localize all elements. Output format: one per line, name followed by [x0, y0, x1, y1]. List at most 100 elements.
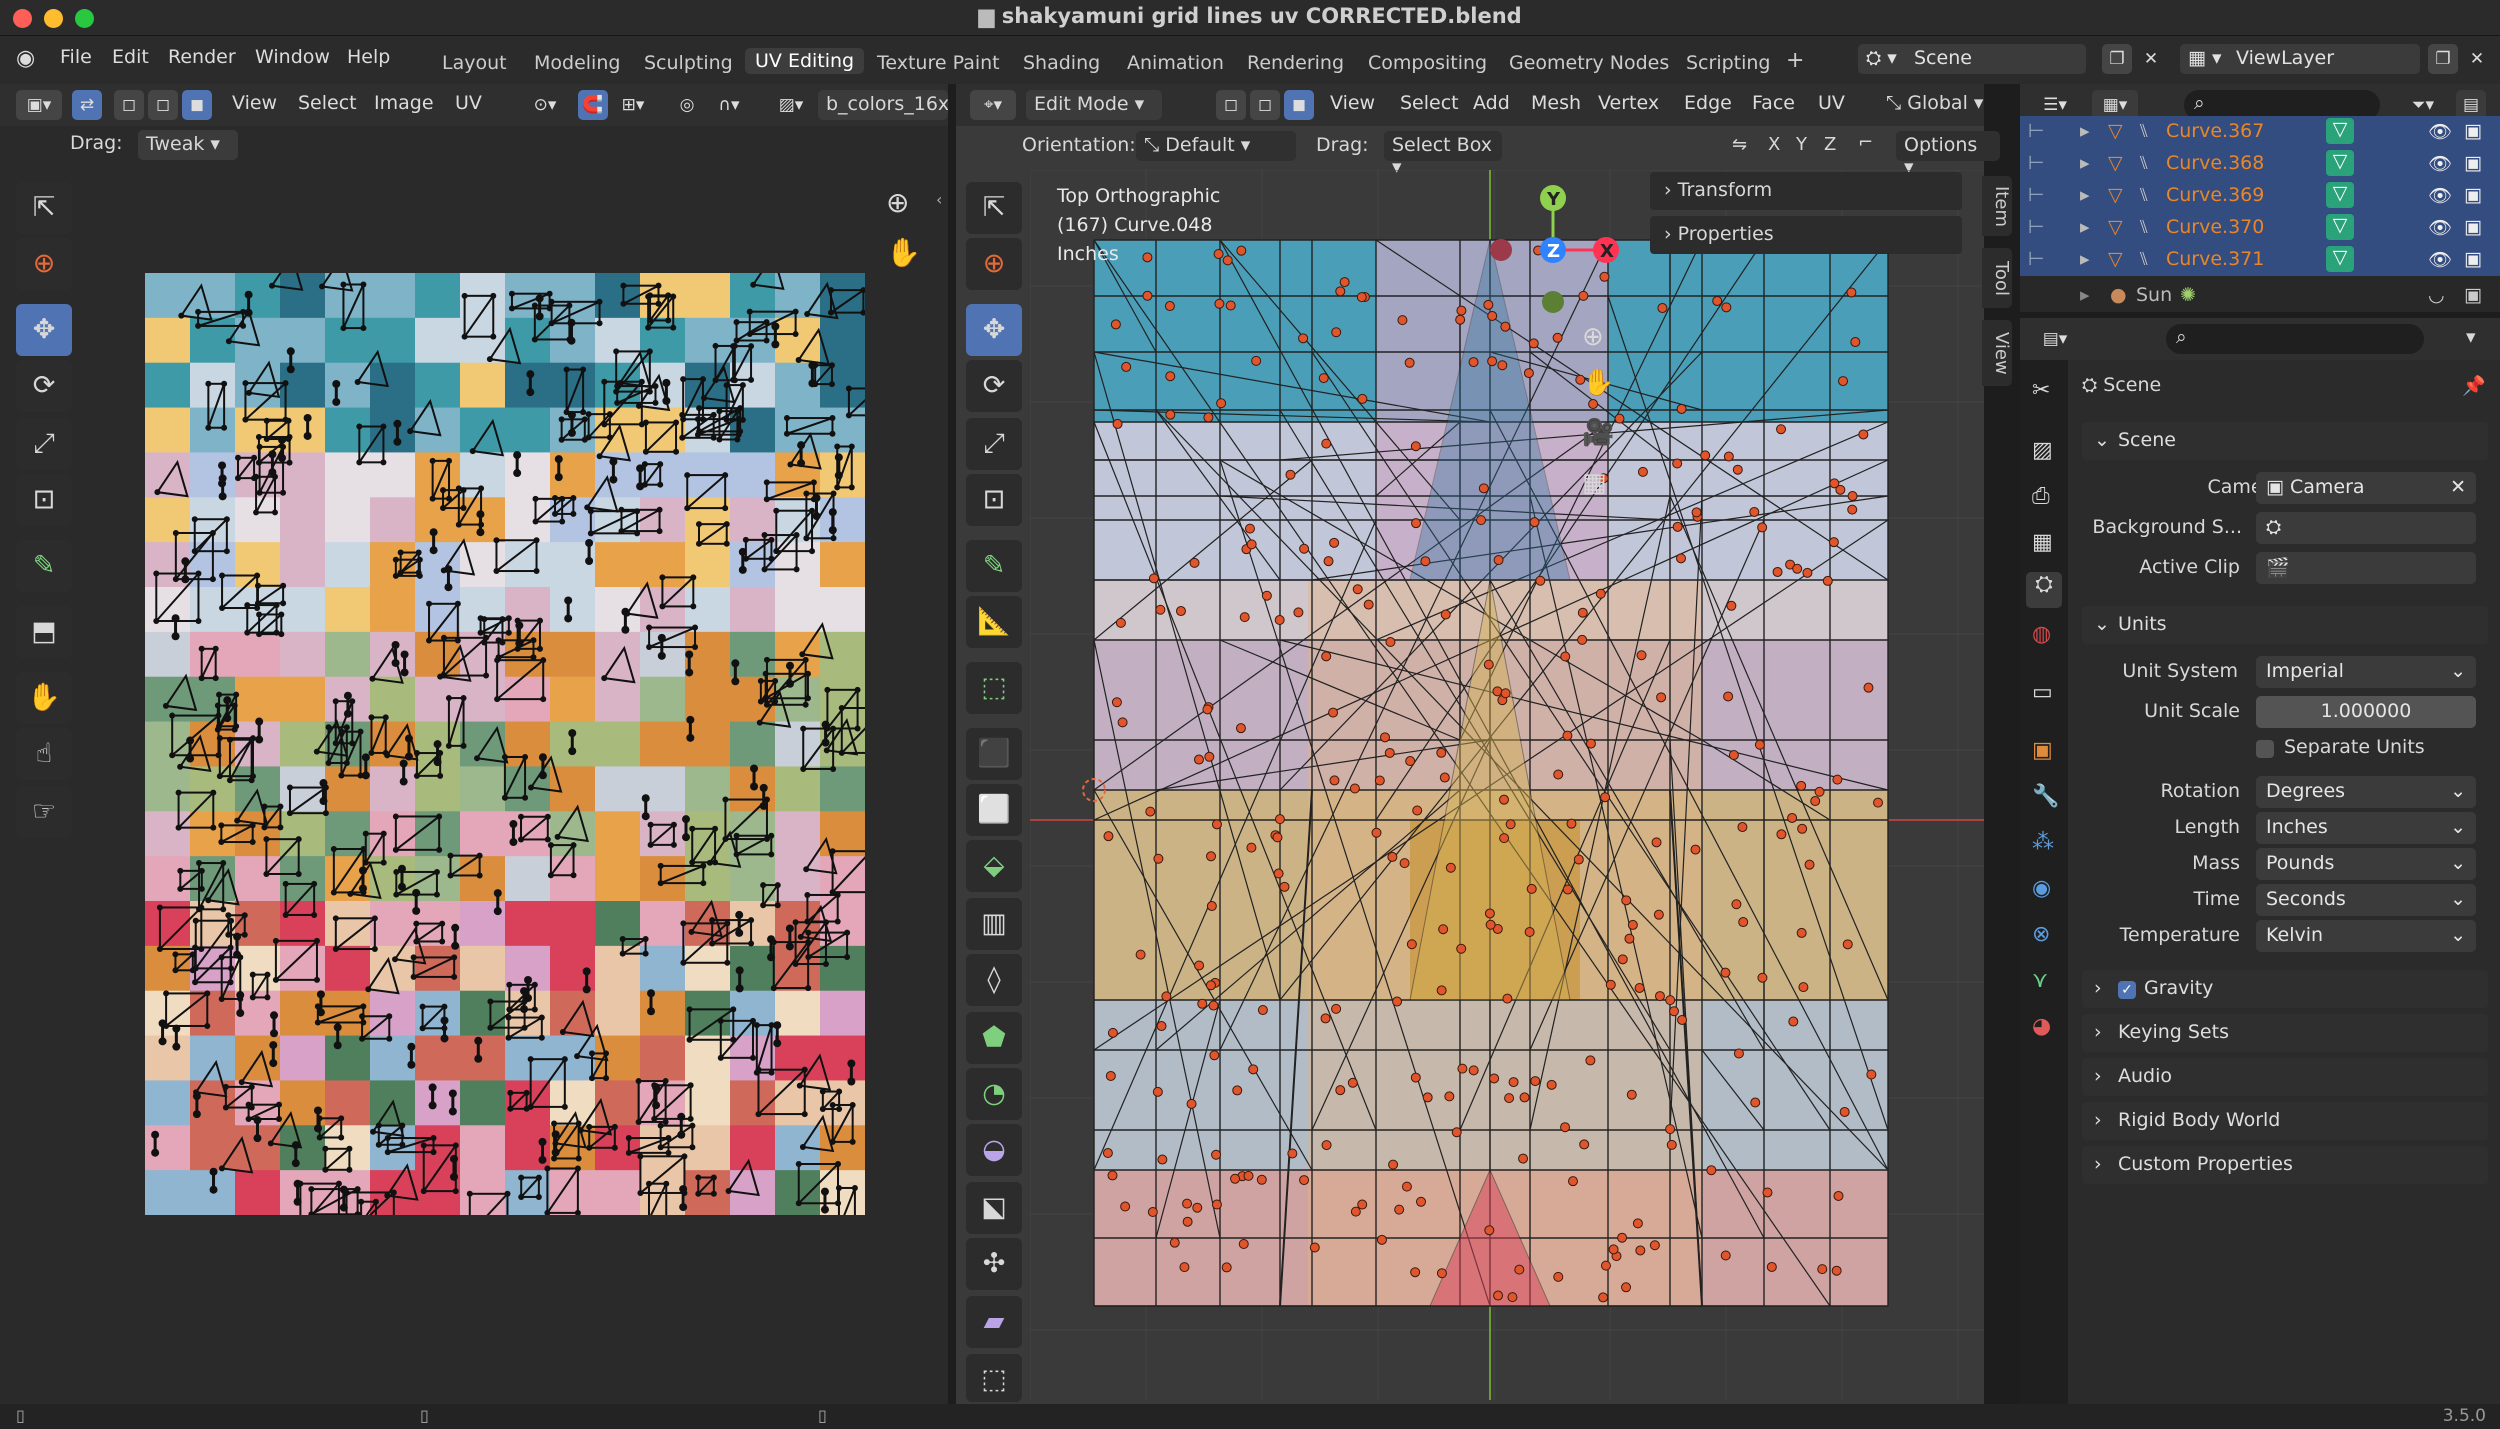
vp-move-tool-icon[interactable]: ✥	[966, 304, 1022, 356]
menu-render[interactable]: Render	[168, 46, 236, 68]
gizmo-neg-x[interactable]	[1490, 239, 1512, 261]
outliner-row-curve[interactable]: ⊢ ▸ ▽ ⑊ Curve.371 ▽ 👁 ▣	[2020, 244, 2500, 276]
panel-keying-sets[interactable]: › Keying Sets	[2082, 1014, 2488, 1052]
unit-system-dropdown[interactable]: Imperial ⌄	[2256, 656, 2476, 688]
vertex-select-icon[interactable]: ◻	[1216, 90, 1246, 120]
uv-zoom-icon[interactable]: ⊕	[886, 186, 909, 219]
particles-tab-icon[interactable]: ⁂	[2032, 830, 2054, 855]
temperature-dropdown[interactable]: Kelvin ⌄	[2256, 920, 2476, 952]
vp-menu-view[interactable]: View	[1330, 92, 1375, 114]
panel-rigid-body-world[interactable]: › Rigid Body World	[2082, 1102, 2488, 1140]
vp-camera-icon[interactable]: 🎥	[1582, 418, 1614, 448]
vp-scale-tool-icon[interactable]: ⤢	[966, 418, 1022, 470]
tab-shading[interactable]: Shading	[1023, 52, 1100, 74]
outliner-row-curve[interactable]: ⊢ ▸ ▽ ⑊ Curve.367 ▽ 👁 ▣	[2020, 116, 2500, 148]
object-tab-icon[interactable]: ▣	[2032, 738, 2053, 763]
viewlayer-field[interactable]: ViewLayer	[2228, 44, 2420, 74]
vp-select-tool-icon[interactable]: ⇱	[966, 182, 1022, 234]
vp-loopcut-tool-icon[interactable]: ▥	[966, 898, 1022, 950]
render-visibility-icon[interactable]: ▣	[2464, 248, 2482, 270]
data-tab-icon[interactable]: ⋎	[2032, 968, 2048, 993]
tab-layout[interactable]: Layout	[442, 52, 507, 74]
add-workspace-icon[interactable]: +	[1786, 48, 1804, 73]
new-viewlayer-icon[interactable]: ❐	[2428, 44, 2458, 74]
pin-icon[interactable]: 📌	[2462, 374, 2486, 397]
grab-tool-icon[interactable]: ✋	[16, 672, 72, 724]
panel-gravity[interactable]: › ✓ Gravity	[2082, 970, 2488, 1008]
tab-texture-paint[interactable]: Texture Paint	[877, 52, 1000, 74]
visibility-icon[interactable]: ◡	[2428, 284, 2445, 306]
tab-rendering[interactable]: Rendering	[1247, 52, 1344, 74]
unit-scale-field[interactable]: 1.000000	[2256, 696, 2476, 728]
vp-menu-edge[interactable]: Edge	[1684, 92, 1732, 114]
expand-icon[interactable]: ▸	[2080, 248, 2090, 270]
vp-shrink-tool-icon[interactable]: ✣	[966, 1238, 1022, 1290]
annotate-tool-icon[interactable]: ✎	[16, 540, 72, 592]
visibility-icon[interactable]: 👁	[2428, 152, 2452, 175]
output-tab-icon[interactable]: ⎙	[2032, 484, 2050, 509]
pinch-tool-icon[interactable]: ☞	[16, 786, 72, 838]
npanel-properties[interactable]: › Properties	[1650, 216, 1962, 254]
uv-edge-mode-icon[interactable]: ◻	[148, 90, 178, 120]
length-dropdown[interactable]: Inches ⌄	[2256, 812, 2476, 844]
panel-units[interactable]: ⌄ Units	[2082, 606, 2488, 644]
snap-icon[interactable]: 🧲	[578, 90, 608, 120]
tab-uv-editing[interactable]: UV Editing	[745, 48, 865, 74]
orientation-dropdown[interactable]: ⤡ Default ▾	[1136, 131, 1296, 161]
camera-field[interactable]: ▣ Camera ✕	[2256, 472, 2476, 504]
panel-custom-properties[interactable]: › Custom Properties	[2082, 1146, 2488, 1184]
vp-ortho-grid-icon[interactable]: ▦	[1582, 468, 1607, 498]
scene-tab-icon[interactable]: ⛭	[2026, 572, 2062, 608]
physics-tab-icon[interactable]: ◉	[2032, 876, 2051, 901]
expand-icon[interactable]: ▸	[2080, 152, 2090, 174]
uv-pan-icon[interactable]: ✋	[886, 236, 921, 269]
tab-geometry-nodes[interactable]: Geometry Nodes	[1509, 52, 1669, 74]
gizmo-neg-y[interactable]	[1542, 291, 1564, 313]
vp-cursor-tool-icon[interactable]: ⊕	[966, 238, 1022, 290]
vp-menu-vertex[interactable]: Vertex	[1598, 92, 1659, 114]
axis-y-toggle[interactable]: Y	[1796, 134, 1807, 155]
axis-z-toggle[interactable]: Z	[1824, 134, 1836, 155]
vp-zoom-icon[interactable]: ⊕	[1582, 322, 1604, 352]
tab-sculpting[interactable]: Sculpting	[644, 52, 733, 74]
navigation-gizmo[interactable]: Y X Z	[1470, 180, 1630, 320]
render-visibility-icon[interactable]: ▣	[2464, 152, 2482, 174]
menu-file[interactable]: File	[60, 46, 92, 68]
vp-annotate-tool-icon[interactable]: ✎	[966, 540, 1022, 592]
background-scene-field[interactable]: ⛭	[2256, 512, 2476, 544]
vp-menu-mesh[interactable]: Mesh	[1531, 92, 1581, 114]
new-scene-icon[interactable]: ❐	[2102, 44, 2132, 74]
panel-audio[interactable]: › Audio	[2082, 1058, 2488, 1096]
vp-drag-dropdown[interactable]: Select Box ▾	[1384, 131, 1502, 178]
uv-vertex-mode-icon[interactable]: ◻	[114, 90, 144, 120]
separate-units-checkbox[interactable]	[2256, 740, 2274, 758]
sidebar-tab-tool[interactable]: Tool	[1982, 248, 2012, 308]
vp-rip-tool-icon[interactable]: ⬚	[966, 1354, 1022, 1402]
proportional-edit-icon[interactable]: ◎	[672, 90, 702, 120]
scale-tool-icon[interactable]: ⤢	[16, 418, 72, 470]
tab-animation[interactable]: Animation	[1127, 52, 1224, 74]
properties-search-input[interactable]: ⌕	[2166, 324, 2424, 354]
outliner-row-sun[interactable]: ▸ ● Sun ✺ ◡ ▣	[2020, 280, 2500, 312]
render-visibility-icon[interactable]: ▣	[2464, 216, 2482, 238]
mirror-icon[interactable]: ⇋	[1732, 134, 1747, 155]
vp-menu-uv[interactable]: UV	[1818, 92, 1845, 114]
vp-pan-icon[interactable]: ✋	[1582, 368, 1614, 398]
modifier-tab-icon[interactable]: 🔧	[2032, 784, 2059, 809]
vp-rotate-tool-icon[interactable]: ⟳	[966, 360, 1022, 412]
constraints-tab-icon[interactable]: ⊗	[2032, 922, 2050, 947]
menu-edit[interactable]: Edit	[112, 46, 149, 68]
mode-dropdown[interactable]: Edit Mode ▾	[1026, 90, 1162, 120]
gravity-checkbox[interactable]: ✓	[2118, 981, 2136, 999]
uv-menu-image[interactable]: Image	[374, 92, 434, 114]
uv-menu-select[interactable]: Select	[298, 92, 357, 114]
render-visibility-icon[interactable]: ▣	[2464, 184, 2482, 206]
blender-logo-icon[interactable]: ◉	[16, 46, 35, 71]
image-name-field[interactable]: b_colors_16x2	[818, 90, 948, 120]
tab-scripting[interactable]: Scripting	[1686, 52, 1771, 74]
visibility-icon[interactable]: 👁	[2428, 184, 2452, 207]
pivot-point-icon[interactable]: ⊙▾	[522, 90, 568, 120]
face-select-icon[interactable]: ◼	[1284, 90, 1314, 120]
image-browse-icon[interactable]: ▨▾	[768, 90, 814, 120]
move-tool-icon[interactable]: ✥	[16, 304, 72, 356]
